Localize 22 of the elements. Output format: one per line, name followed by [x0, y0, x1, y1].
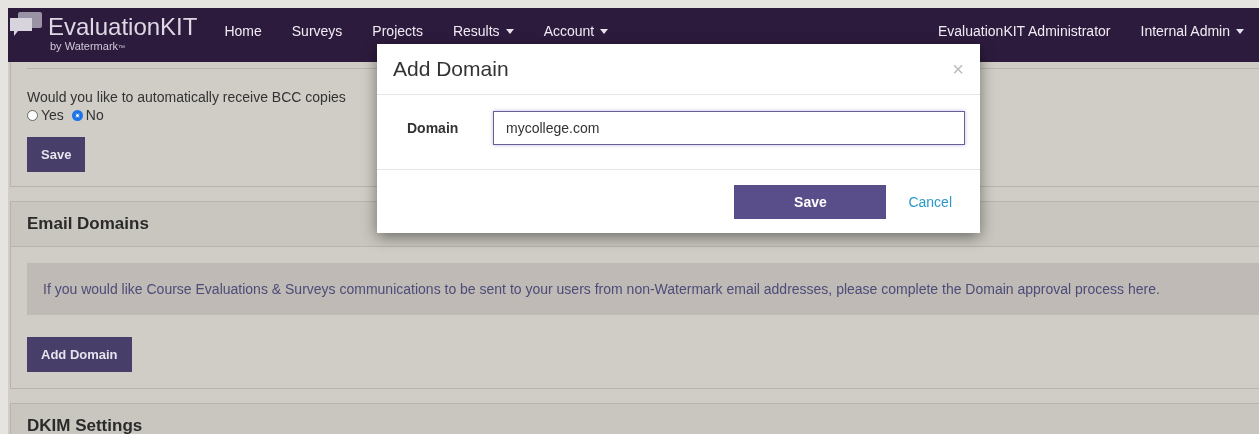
field-label: Domain	[407, 120, 460, 136]
info-message: If you would like Course Evaluations & Surveys communications to be sent to your users from non-Watermark email addresses, please complete the Domain approval process here.	[27, 263, 1259, 315]
modal-title: Add Domain	[393, 57, 509, 81]
nav-link[interactable]: EvaluationKIT Administrator	[923, 23, 1126, 39]
nav-link[interactable]: Surveys	[276, 23, 358, 39]
chat-bubbles-icon	[10, 12, 42, 38]
nav-link[interactable]: Results	[437, 23, 529, 39]
add-domain-button[interactable]: Add Domain	[27, 337, 132, 372]
radio-label: Yes	[41, 107, 64, 123]
domain-input[interactable]: mycollege.com	[493, 111, 965, 145]
nav-link[interactable]: Internal Admin	[1125, 23, 1259, 39]
save-button[interactable]: Save	[734, 185, 887, 219]
save-button[interactable]: Save	[27, 137, 86, 172]
bcc-question: Would you like to automatically receive BCC copies	[27, 89, 347, 105]
nav-link[interactable]: Home	[209, 23, 277, 39]
brand-name: EvaluationKIT	[48, 14, 198, 40]
radio-button[interactable]	[71, 109, 83, 121]
radio-label: No	[85, 107, 104, 123]
radio-button[interactable]	[27, 109, 38, 121]
nav-link[interactable]: Account	[528, 23, 624, 39]
section-header: DKIM Settings	[11, 404, 1259, 434]
nav-link[interactable]: Projects	[357, 23, 438, 39]
